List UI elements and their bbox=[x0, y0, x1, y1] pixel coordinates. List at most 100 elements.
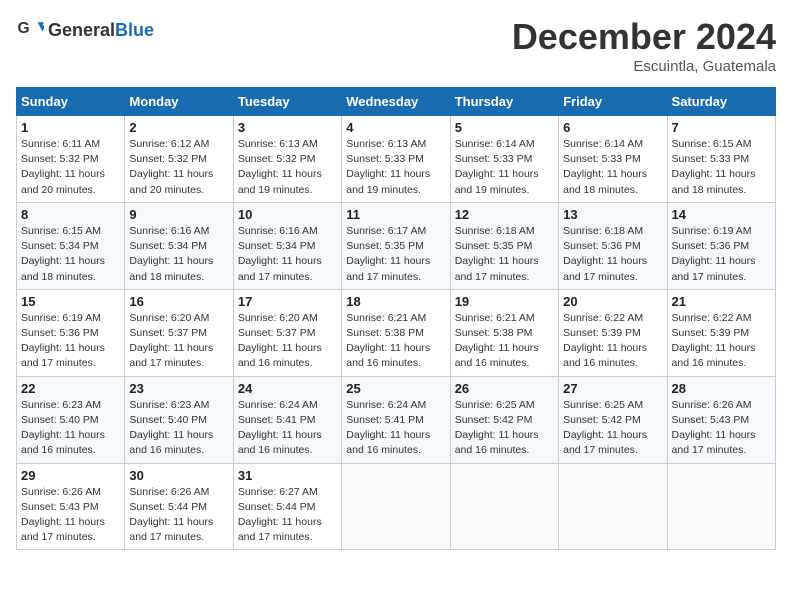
calendar-cell: 14 Sunrise: 6:19 AM Sunset: 5:36 PM Dayli… bbox=[667, 202, 775, 289]
calendar-cell bbox=[450, 463, 558, 550]
calendar-cell: 10 Sunrise: 6:16 AM Sunset: 5:34 PM Dayli… bbox=[233, 202, 341, 289]
calendar-week-row: 22 Sunrise: 6:23 AM Sunset: 5:40 PM Dayli… bbox=[17, 376, 776, 463]
day-number: 18 bbox=[346, 294, 445, 309]
title-area: December 2024 Escuintla, Guatemala bbox=[512, 16, 776, 75]
day-info: Sunrise: 6:13 AM Sunset: 5:33 PM Dayligh… bbox=[346, 137, 445, 198]
calendar-week-row: 15 Sunrise: 6:19 AM Sunset: 5:36 PM Dayli… bbox=[17, 289, 776, 376]
calendar-cell: 2Sunrise: 6:12 AM Sunset: 5:32 PM Daylig… bbox=[125, 116, 233, 203]
day-info: Sunrise: 6:23 AM Sunset: 5:40 PM Dayligh… bbox=[21, 398, 120, 459]
day-info: Sunrise: 6:25 AM Sunset: 5:42 PM Dayligh… bbox=[455, 398, 554, 459]
calendar-cell: 20 Sunrise: 6:22 AM Sunset: 5:39 PM Dayli… bbox=[559, 289, 667, 376]
calendar-cell: 11 Sunrise: 6:17 AM Sunset: 5:35 PM Dayli… bbox=[342, 202, 450, 289]
weekday-header-monday: Monday bbox=[125, 88, 233, 116]
logo-icon: G bbox=[16, 16, 44, 44]
day-info: Sunrise: 6:16 AM Sunset: 5:34 PM Dayligh… bbox=[238, 224, 337, 285]
day-number: 4 bbox=[346, 120, 445, 135]
logo-text: GeneralBlue bbox=[48, 20, 154, 41]
calendar-cell: 26 Sunrise: 6:25 AM Sunset: 5:42 PM Dayli… bbox=[450, 376, 558, 463]
day-info: Sunrise: 6:11 AM Sunset: 5:32 PM Dayligh… bbox=[21, 137, 120, 198]
day-number: 16 bbox=[129, 294, 228, 309]
calendar-cell: 9Sunrise: 6:16 AM Sunset: 5:34 PM Daylig… bbox=[125, 202, 233, 289]
calendar-cell bbox=[342, 463, 450, 550]
day-number: 8 bbox=[21, 207, 120, 222]
day-info: Sunrise: 6:19 AM Sunset: 5:36 PM Dayligh… bbox=[672, 224, 771, 285]
day-number: 1 bbox=[21, 120, 120, 135]
day-number: 26 bbox=[455, 381, 554, 396]
calendar-cell: 29Sunrise: 6:26 AM Sunset: 5:43 PM Dayli… bbox=[17, 463, 125, 550]
calendar-cell: 18 Sunrise: 6:21 AM Sunset: 5:38 PM Dayli… bbox=[342, 289, 450, 376]
day-number: 15 bbox=[21, 294, 120, 309]
day-info: Sunrise: 6:27 AM Sunset: 5:44 PM Dayligh… bbox=[238, 485, 337, 546]
logo: G GeneralBlue bbox=[16, 16, 154, 44]
day-info: Sunrise: 6:14 AM Sunset: 5:33 PM Dayligh… bbox=[563, 137, 662, 198]
logo-general: General bbox=[48, 20, 115, 40]
day-number: 28 bbox=[672, 381, 771, 396]
day-info: Sunrise: 6:22 AM Sunset: 5:39 PM Dayligh… bbox=[563, 311, 662, 372]
day-number: 25 bbox=[346, 381, 445, 396]
calendar-cell bbox=[559, 463, 667, 550]
calendar-week-row: 29Sunrise: 6:26 AM Sunset: 5:43 PM Dayli… bbox=[17, 463, 776, 550]
calendar-week-row: 8Sunrise: 6:15 AM Sunset: 5:34 PM Daylig… bbox=[17, 202, 776, 289]
svg-text:G: G bbox=[18, 20, 30, 37]
day-number: 27 bbox=[563, 381, 662, 396]
day-info: Sunrise: 6:22 AM Sunset: 5:39 PM Dayligh… bbox=[672, 311, 771, 372]
day-number: 20 bbox=[563, 294, 662, 309]
day-number: 30 bbox=[129, 468, 228, 483]
calendar-cell: 6 Sunrise: 6:14 AM Sunset: 5:33 PM Daylig… bbox=[559, 116, 667, 203]
day-number: 2 bbox=[129, 120, 228, 135]
calendar-cell: 28 Sunrise: 6:26 AM Sunset: 5:43 PM Dayli… bbox=[667, 376, 775, 463]
weekday-header-saturday: Saturday bbox=[667, 88, 775, 116]
day-info: Sunrise: 6:18 AM Sunset: 5:36 PM Dayligh… bbox=[563, 224, 662, 285]
day-info: Sunrise: 6:17 AM Sunset: 5:35 PM Dayligh… bbox=[346, 224, 445, 285]
calendar-cell: 7 Sunrise: 6:15 AM Sunset: 5:33 PM Daylig… bbox=[667, 116, 775, 203]
day-info: Sunrise: 6:21 AM Sunset: 5:38 PM Dayligh… bbox=[455, 311, 554, 372]
calendar-cell: 24Sunrise: 6:24 AM Sunset: 5:41 PM Dayli… bbox=[233, 376, 341, 463]
day-info: Sunrise: 6:24 AM Sunset: 5:41 PM Dayligh… bbox=[346, 398, 445, 459]
day-info: Sunrise: 6:18 AM Sunset: 5:35 PM Dayligh… bbox=[455, 224, 554, 285]
weekday-header-sunday: Sunday bbox=[17, 88, 125, 116]
calendar-cell: 12 Sunrise: 6:18 AM Sunset: 5:35 PM Dayli… bbox=[450, 202, 558, 289]
calendar-cell: 27Sunrise: 6:25 AM Sunset: 5:42 PM Dayli… bbox=[559, 376, 667, 463]
day-number: 21 bbox=[672, 294, 771, 309]
day-number: 11 bbox=[346, 207, 445, 222]
calendar-cell: 30Sunrise: 6:26 AM Sunset: 5:44 PM Dayli… bbox=[125, 463, 233, 550]
weekday-header-tuesday: Tuesday bbox=[233, 88, 341, 116]
location-title: Escuintla, Guatemala bbox=[512, 58, 776, 75]
weekday-header-thursday: Thursday bbox=[450, 88, 558, 116]
calendar-cell: 15 Sunrise: 6:19 AM Sunset: 5:36 PM Dayli… bbox=[17, 289, 125, 376]
day-number: 10 bbox=[238, 207, 337, 222]
day-info: Sunrise: 6:26 AM Sunset: 5:43 PM Dayligh… bbox=[672, 398, 771, 459]
day-info: Sunrise: 6:26 AM Sunset: 5:43 PM Dayligh… bbox=[21, 485, 120, 546]
day-number: 6 bbox=[563, 120, 662, 135]
day-info: Sunrise: 6:13 AM Sunset: 5:32 PM Dayligh… bbox=[238, 137, 337, 198]
calendar-cell: 23 Sunrise: 6:23 AM Sunset: 5:40 PM Dayli… bbox=[125, 376, 233, 463]
day-info: Sunrise: 6:23 AM Sunset: 5:40 PM Dayligh… bbox=[129, 398, 228, 459]
calendar-cell: 8Sunrise: 6:15 AM Sunset: 5:34 PM Daylig… bbox=[17, 202, 125, 289]
weekday-header-wednesday: Wednesday bbox=[342, 88, 450, 116]
calendar-table: SundayMondayTuesdayWednesdayThursdayFrid… bbox=[16, 87, 776, 550]
day-info: Sunrise: 6:21 AM Sunset: 5:38 PM Dayligh… bbox=[346, 311, 445, 372]
day-number: 19 bbox=[455, 294, 554, 309]
calendar-cell: 19 Sunrise: 6:21 AM Sunset: 5:38 PM Dayli… bbox=[450, 289, 558, 376]
calendar-cell: 13 Sunrise: 6:18 AM Sunset: 5:36 PM Dayli… bbox=[559, 202, 667, 289]
day-number: 14 bbox=[672, 207, 771, 222]
calendar-cell: 22 Sunrise: 6:23 AM Sunset: 5:40 PM Dayli… bbox=[17, 376, 125, 463]
day-number: 22 bbox=[21, 381, 120, 396]
calendar-cell bbox=[667, 463, 775, 550]
day-info: Sunrise: 6:15 AM Sunset: 5:33 PM Dayligh… bbox=[672, 137, 771, 198]
calendar-cell: 17Sunrise: 6:20 AM Sunset: 5:37 PM Dayli… bbox=[233, 289, 341, 376]
calendar-week-row: 1 Sunrise: 6:11 AM Sunset: 5:32 PM Daylig… bbox=[17, 116, 776, 203]
day-info: Sunrise: 6:19 AM Sunset: 5:36 PM Dayligh… bbox=[21, 311, 120, 372]
day-number: 17 bbox=[238, 294, 337, 309]
day-number: 3 bbox=[238, 120, 337, 135]
day-number: 5 bbox=[455, 120, 554, 135]
day-number: 13 bbox=[563, 207, 662, 222]
page-header: G GeneralBlue December 2024 Escuintla, G… bbox=[16, 16, 776, 75]
calendar-cell: 5Sunrise: 6:14 AM Sunset: 5:33 PM Daylig… bbox=[450, 116, 558, 203]
day-number: 7 bbox=[672, 120, 771, 135]
day-number: 23 bbox=[129, 381, 228, 396]
day-number: 9 bbox=[129, 207, 228, 222]
day-info: Sunrise: 6:24 AM Sunset: 5:41 PM Dayligh… bbox=[238, 398, 337, 459]
calendar-cell: 1 Sunrise: 6:11 AM Sunset: 5:32 PM Daylig… bbox=[17, 116, 125, 203]
day-number: 12 bbox=[455, 207, 554, 222]
